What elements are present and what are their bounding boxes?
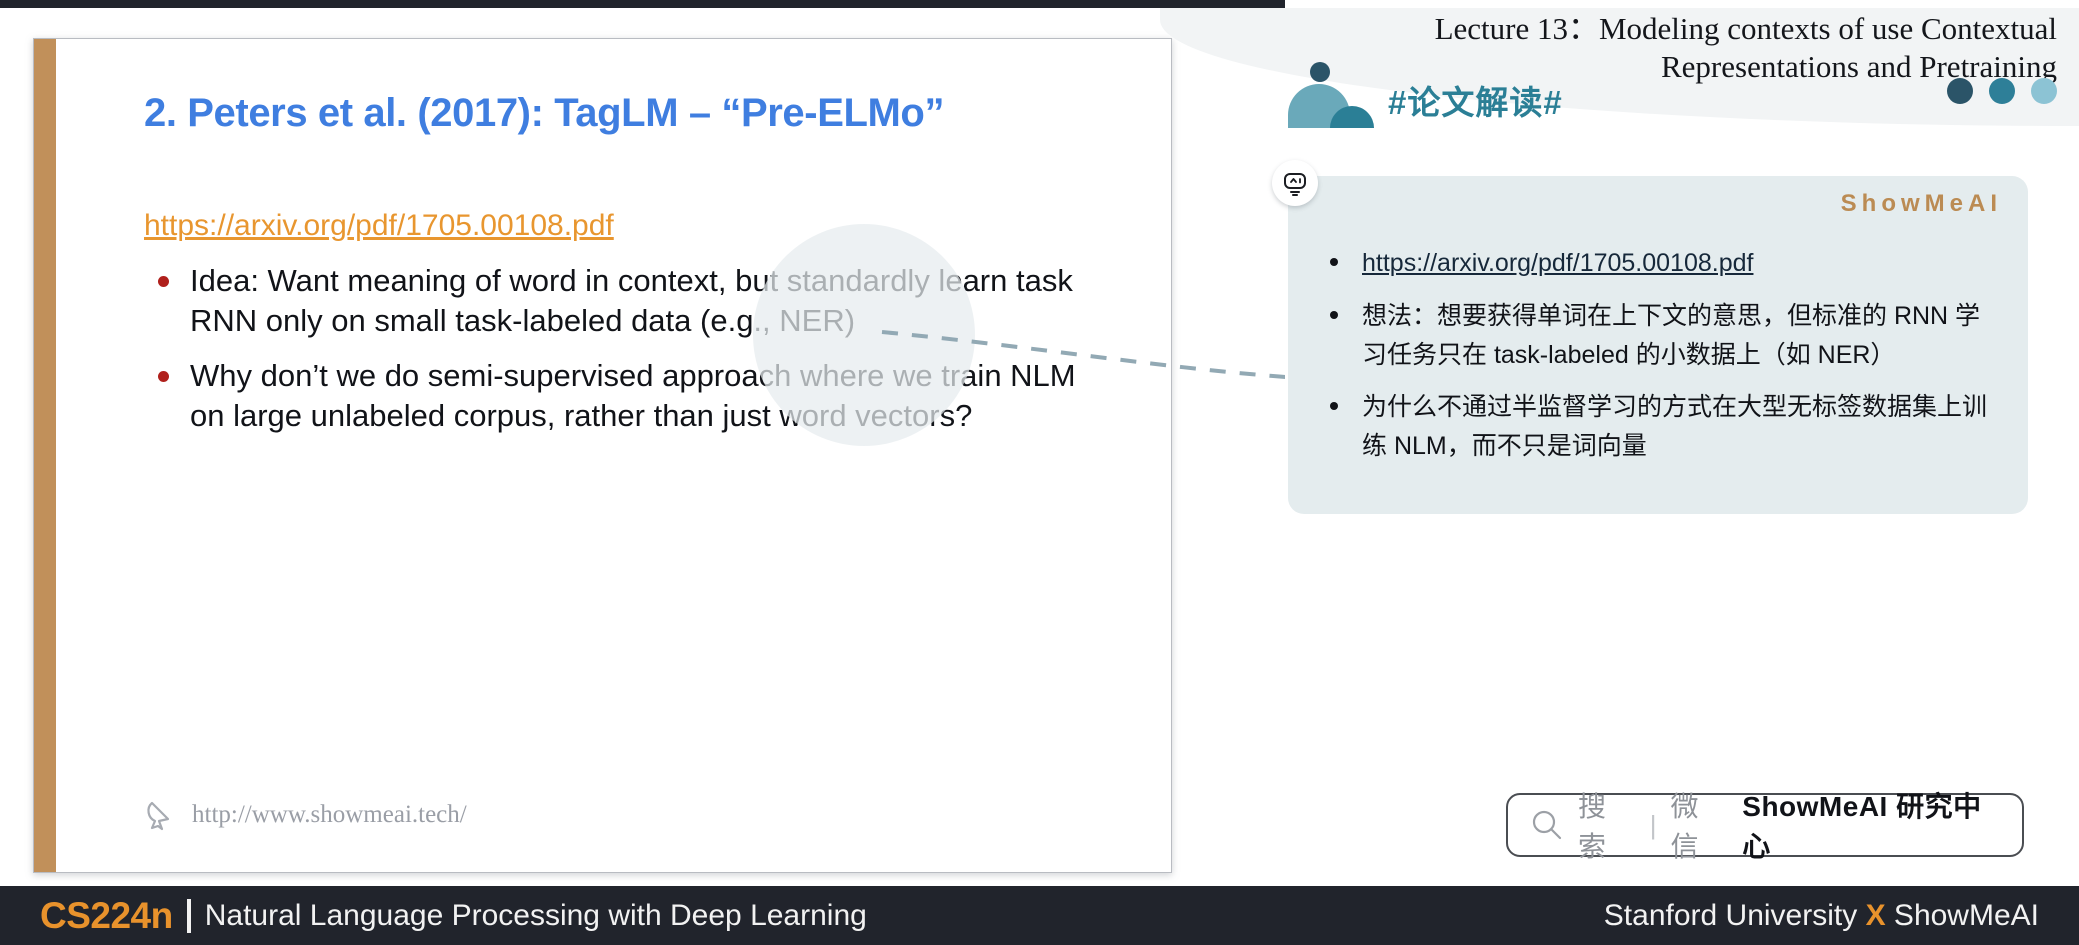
slide-content: 2. Peters et al. (2017): TagLM – “Pre-EL… (56, 39, 1171, 872)
topic-tag-row: #论文解读# (1288, 62, 1563, 128)
footer-attribution-suffix: ShowMeAI (1885, 898, 2039, 932)
annotation-item: https://arxiv.org/pdf/1705.00108.pdf (1318, 244, 1998, 283)
slide-stage: 2. Peters et al. (2017): TagLM – “Pre-EL… (0, 8, 1285, 886)
footer-attribution-prefix: Stanford University (1603, 898, 1866, 932)
search-placeholder-label: 搜索 (1578, 791, 1609, 862)
corner-dot-dark-icon (1947, 78, 1973, 104)
slide-paper-link[interactable]: https://arxiv.org/pdf/1705.00108.pdf (144, 209, 614, 243)
annotation-paper-link[interactable]: https://arxiv.org/pdf/1705.00108.pdf (1362, 249, 1753, 277)
annotation-item-list: https://arxiv.org/pdf/1705.00108.pdf 想法：… (1318, 244, 1998, 466)
cursor-arrow-icon (147, 801, 170, 831)
slide-watermark: http://www.showmeai.tech/ (144, 798, 467, 832)
topic-tag-label: #论文解读# (1388, 84, 1563, 121)
corner-dot-medium-icon (1989, 78, 2015, 104)
wechat-search-pill[interactable]: 搜索 | 微信 ShowMeAI 研究中心 (1506, 791, 2024, 862)
footer-attribution: Stanford University X ShowMeAI (1604, 899, 2039, 933)
footer-course-code: CS224n (40, 894, 173, 936)
slide-left-accent-bar (34, 39, 56, 872)
slide-watermark-text: http://www.showmeai.tech/ (192, 801, 467, 828)
footer-attribution-x: X (1865, 898, 1886, 932)
slide-bullet-list: Idea: Want meaning of word in context, b… (144, 261, 1109, 452)
note-card-brand: ShowMeAI (1840, 190, 2002, 217)
slide-title: 2. Peters et al. (2017): TagLM – “Pre-EL… (144, 91, 945, 135)
search-channel-label: 微信 (1670, 791, 1701, 862)
corner-dot-group (1947, 78, 2057, 104)
corner-dot-light-icon (2031, 78, 2057, 104)
robot-face-icon (1272, 160, 1318, 206)
lecture-title-line-1: Lecture 13：Modeling contexts of use Cont… (1434, 11, 2057, 46)
annotation-item: 为什么不通过半监督学习的方式在大型无标签数据集上训练 NLM，而不只是词向量 (1318, 388, 1998, 466)
search-divider: | (1649, 809, 1657, 840)
slide-bullet-item: Why don’t we do semi-supervised approach… (144, 356, 1109, 435)
person-head-icon (1310, 62, 1330, 82)
annotation-card: ShowMeAI https://arxiv.org/pdf/1705.0010… (1272, 160, 2028, 514)
presentation-slide[interactable]: 2. Peters et al. (2017): TagLM – “Pre-EL… (33, 38, 1172, 873)
search-icon (1532, 810, 1562, 840)
annotation-item: 想法：想要获得单词在上下文的意思，但标准的 RNN 学习任务只在 task-la… (1318, 297, 1998, 375)
footer-bar: CS224n Natural Language Processing with … (0, 886, 2079, 945)
search-account-label: ShowMeAI 研究中心 (1742, 791, 1982, 862)
footer-divider (186, 898, 191, 933)
person-silhouette-icon (1288, 62, 1374, 128)
footer-course-group: CS224n Natural Language Processing with … (40, 895, 867, 937)
slide-bullet-item: Idea: Want meaning of word in context, b… (144, 261, 1109, 340)
footer-course-name: Natural Language Processing with Deep Le… (204, 898, 867, 932)
